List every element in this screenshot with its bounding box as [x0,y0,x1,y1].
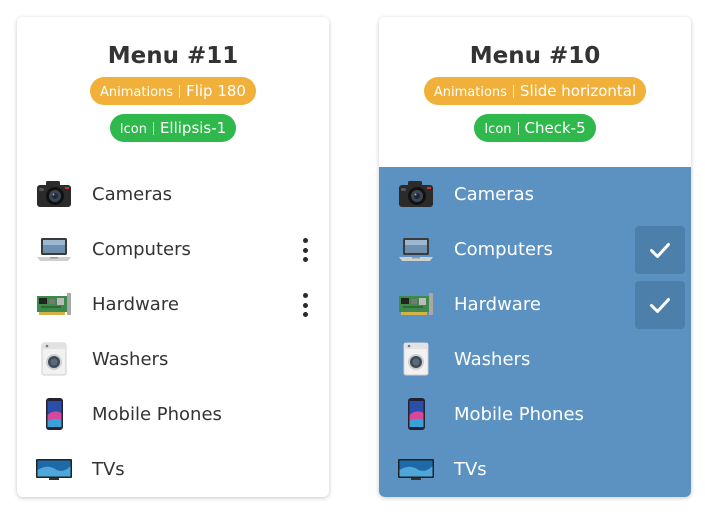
menu-item-computers[interactable]: Computers [17,222,329,277]
badge-key: Icon [119,122,147,137]
menu-item-label: Mobile Phones [454,404,584,425]
menu-item-mobile-phones[interactable]: Mobile Phones [17,387,329,442]
menu-card-11: Menu #11 Animations Flip 180 Icon Ellipsis… [17,17,329,497]
hardware-card-icon [35,287,73,321]
phone-icon [397,397,435,431]
card-title: Menu #11 [107,43,239,69]
tv-icon [35,452,73,486]
menu-item-label: Computers [454,239,553,260]
badge-key: Animations [433,85,507,100]
check-icon [648,238,672,262]
menu-item-washers[interactable]: Washers [379,332,691,387]
menu-item-label: Hardware [454,294,541,315]
laptop-icon [397,232,435,266]
ellipsis-vertical-icon[interactable] [300,293,310,317]
tv-icon [397,452,435,486]
animations-badge: Animations Flip 180 [90,77,256,105]
menu-item-hardware[interactable]: Hardware [379,277,691,332]
menu-item-label: Cameras [92,184,173,205]
menu-item-tvs[interactable]: TVs [17,442,329,497]
icon-badge: Icon Ellipsis-1 [109,114,237,142]
menu-item-mobile-phones[interactable]: Mobile Phones [379,387,691,442]
laptop-icon [35,232,73,266]
menu-item-label: Washers [92,349,169,370]
card-header: Menu #10 Animations Slide horizontal Icon… [379,17,691,167]
camera-icon [397,177,435,211]
check-button[interactable] [635,226,685,274]
check-button[interactable] [635,281,685,329]
badge-value: Flip 180 [186,82,246,100]
menu-item-hardware[interactable]: Hardware [17,277,329,332]
menu-item-label: Hardware [92,294,179,315]
badge-value: Check-5 [524,119,586,137]
phone-icon [35,397,73,431]
check-icon [648,293,672,317]
menu-item-label: Cameras [454,184,535,205]
badge-key: Icon [484,122,512,137]
icon-badge: Icon Check-5 [474,114,596,142]
menu-item-tvs[interactable]: TVs [379,442,691,497]
menu-item-computers[interactable]: Computers [379,222,691,277]
menu-item-label: TVs [454,459,487,480]
badge-key: Animations [100,85,174,100]
badge-value: Slide horizontal [519,82,637,100]
menu-item-label: Computers [92,239,191,260]
menu-item-label: Mobile Phones [92,404,222,425]
camera-icon [35,177,73,211]
menu-list: Cameras Computers Hardware Washers Mobil… [17,167,329,497]
hardware-card-icon [397,287,435,321]
menu-item-cameras[interactable]: Cameras [379,167,691,222]
washer-icon [397,342,435,376]
menu-item-cameras[interactable]: Cameras [17,167,329,222]
menu-list: Cameras Computers Hardware Washers Mobil… [379,167,691,497]
animations-badge: Animations Slide horizontal [423,77,647,105]
menu-card-10: Menu #10 Animations Slide horizontal Icon… [379,17,691,497]
washer-icon [35,342,73,376]
menu-item-washers[interactable]: Washers [17,332,329,387]
menu-item-label: Washers [454,349,531,370]
badge-value: Ellipsis-1 [159,119,227,137]
menu-item-label: TVs [92,459,125,480]
ellipsis-vertical-icon[interactable] [300,238,310,262]
card-title: Menu #10 [469,43,601,69]
card-header: Menu #11 Animations Flip 180 Icon Ellipsis… [17,17,329,167]
